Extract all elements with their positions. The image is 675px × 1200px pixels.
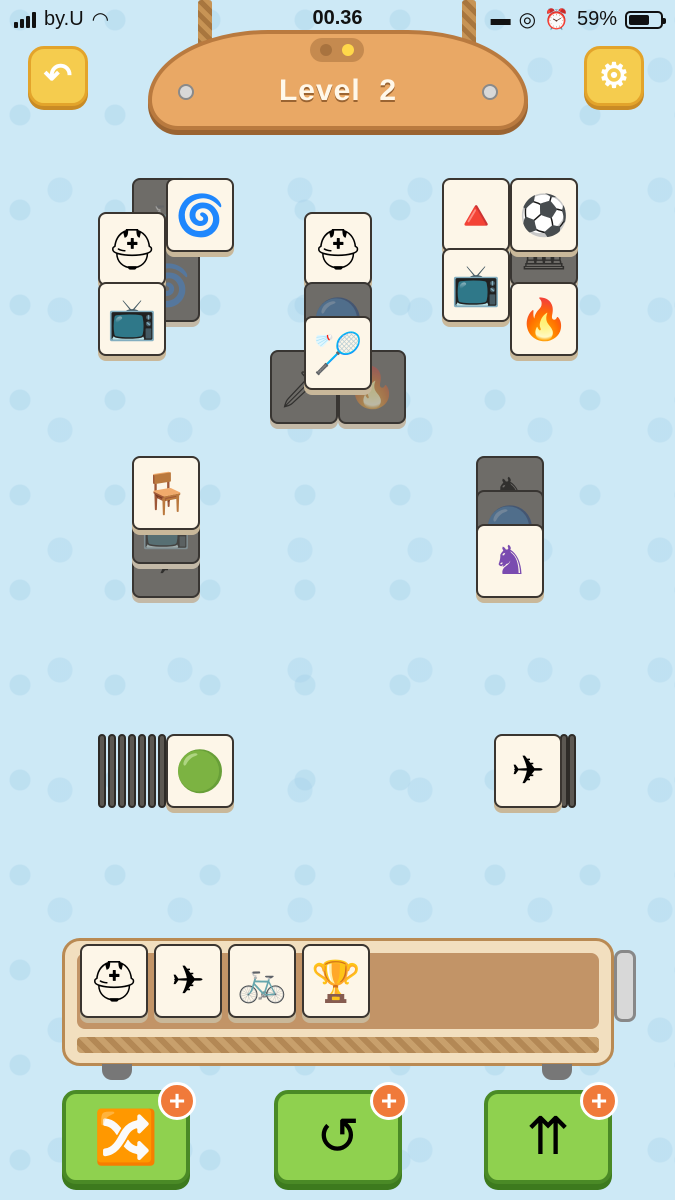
tile-helmet[interactable]: ⛑	[304, 212, 372, 286]
settings-button[interactable]: ⚙	[584, 46, 644, 106]
alarm-icon: ⏰	[544, 9, 569, 31]
tile-cone-hat[interactable]: 🔺	[442, 178, 510, 252]
undo-icon: ↺	[316, 1108, 360, 1166]
tile-marble[interactable]: 🟢	[166, 734, 234, 808]
tile-spinning-top[interactable]: 🌀	[166, 178, 234, 252]
tile-chess-knight[interactable]: ♞	[476, 524, 544, 598]
page-indicator	[310, 38, 364, 62]
bed-icon: ▬	[490, 8, 511, 30]
tile-soccer-ball[interactable]: ⚽	[510, 178, 578, 252]
tile-tv[interactable]: 📺	[98, 282, 166, 356]
level-sign: Level 2	[148, 30, 528, 130]
tray-slot-bicycle: 🚲	[228, 944, 296, 1018]
tray-slot-trophy: 🏆	[302, 944, 370, 1018]
deck-card	[108, 734, 116, 808]
deck-card	[128, 734, 136, 808]
tray-slot-helmet: ⛑	[80, 944, 148, 1018]
deck-card	[148, 734, 156, 808]
shuffle-icon: 🔀	[93, 1108, 159, 1167]
deck-card	[568, 734, 576, 808]
back-arrow-icon: ↶	[43, 57, 73, 95]
hint-arrows-icon: ⇈	[526, 1108, 570, 1166]
tray-weave	[77, 1037, 599, 1053]
deck-card	[98, 734, 106, 808]
battery-percent: 59%	[576, 8, 617, 30]
tile-bench[interactable]: 🪑	[132, 456, 200, 530]
tray-wheel	[102, 1064, 132, 1080]
tile-torch[interactable]: 🔥	[510, 282, 578, 356]
level-title: Level 2	[278, 74, 398, 107]
tile-tv[interactable]: 📺	[442, 248, 510, 322]
battery-icon	[625, 10, 666, 29]
add-undo-badge[interactable]: +	[370, 1082, 408, 1120]
back-button[interactable]: ↶	[28, 46, 88, 106]
lock-rotation-icon: ◎	[518, 9, 537, 31]
deck-card	[118, 734, 126, 808]
tile-helmet[interactable]: ⛑	[98, 212, 166, 286]
add-shuffle-badge[interactable]: +	[158, 1082, 196, 1120]
tray-slot-airplane: ✈	[154, 944, 222, 1018]
tile-airplane[interactable]: ✈	[494, 734, 562, 808]
add-hint-badge[interactable]: +	[580, 1082, 618, 1120]
tile-shuttlecock[interactable]: 🏸	[304, 316, 372, 390]
tray-wheel	[542, 1064, 572, 1080]
deck-card	[158, 734, 166, 808]
gear-icon: ⚙	[598, 57, 630, 95]
deck-card	[138, 734, 146, 808]
tray-handle	[614, 950, 636, 1022]
